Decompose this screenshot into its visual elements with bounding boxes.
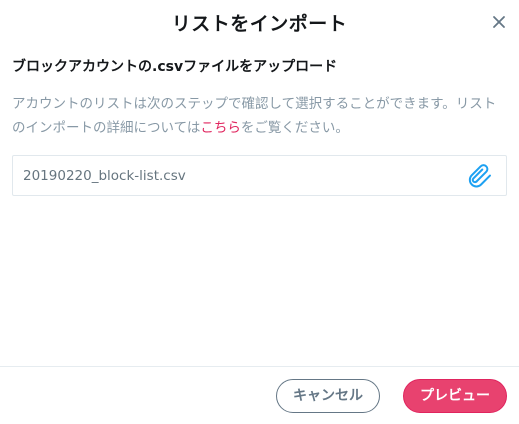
dialog-header: リストをインポート bbox=[0, 0, 519, 46]
dialog-title: リストをインポート bbox=[171, 13, 348, 35]
paperclip-icon[interactable] bbox=[466, 161, 496, 191]
file-input-field[interactable]: 20190220_block-list.csv bbox=[12, 155, 507, 196]
cancel-button[interactable]: キャンセル bbox=[276, 379, 380, 413]
footer-divider bbox=[0, 366, 519, 367]
details-link[interactable]: こちら bbox=[200, 120, 241, 136]
file-name: 20190220_block-list.csv bbox=[23, 168, 186, 184]
import-description: アカウントのリストは次のステップで確認して選択することができます。リストのインポ… bbox=[12, 92, 508, 140]
upload-heading: ブロックアカウントの.csvファイルをアップロード bbox=[12, 59, 338, 75]
description-text-end: をご覧ください。 bbox=[240, 120, 349, 136]
close-icon[interactable] bbox=[491, 14, 507, 30]
preview-button[interactable]: プレビュー bbox=[403, 379, 507, 413]
import-list-dialog: リストをインポート ブロックアカウントの.csvファイルをアップロード アカウン… bbox=[0, 0, 519, 424]
